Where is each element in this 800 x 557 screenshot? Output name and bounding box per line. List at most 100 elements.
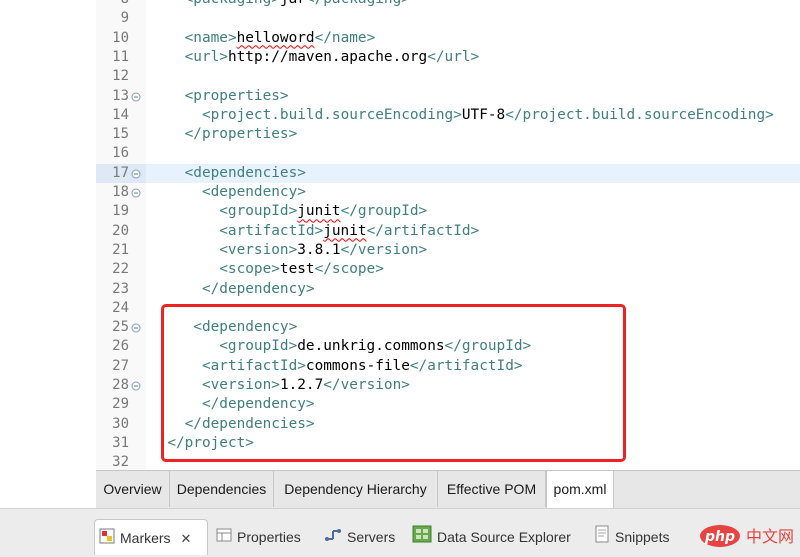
line-number: 10	[112, 29, 129, 46]
line-number: 31	[112, 434, 129, 451]
xml-tag: </groupId>	[340, 203, 428, 220]
fold-toggle-icon[interactable]	[131, 188, 141, 198]
line-code: <scope>test</scope>	[219, 260, 384, 279]
tab-overview[interactable]: Overview	[96, 471, 170, 507]
code-line[interactable]: 23 </dependency>	[0, 280, 800, 299]
code-line[interactable]: 18 <dependency>	[0, 183, 800, 202]
line-number: 9	[120, 10, 129, 27]
line-number: 19	[112, 203, 129, 220]
markers-icon	[99, 521, 115, 557]
line-number: 21	[112, 241, 129, 258]
fold-toggle-icon[interactable]	[131, 92, 141, 102]
code-line[interactable]: 12	[0, 67, 800, 86]
watermark-php-text: php	[704, 529, 735, 545]
xml-tag: </name>	[314, 29, 376, 46]
xml-text: 3.8.1	[297, 241, 341, 258]
highlight-annotation-box	[161, 304, 626, 462]
code-line[interactable]: 9	[0, 9, 800, 28]
code-line[interactable]: 22 <scope>test</scope>	[0, 260, 800, 279]
xml-text: junit	[297, 203, 341, 220]
code-line[interactable]: 16	[0, 144, 800, 163]
fold-toggle-icon[interactable]	[131, 169, 141, 179]
tab-snippets[interactable]: Snippets	[594, 519, 669, 555]
xml-text: UTF-8	[461, 106, 506, 123]
line-number: 11	[112, 48, 129, 65]
line-number: 16	[112, 145, 129, 162]
line-number: 18	[112, 184, 129, 200]
line-number: 27	[112, 357, 129, 374]
tab-dependency-hierarchy[interactable]: Dependency Hierarchy	[274, 471, 438, 507]
xml-tag: </dependency>	[201, 280, 315, 297]
xml-tag: <artifactId>	[219, 222, 324, 239]
fold-toggle-icon[interactable]	[131, 381, 141, 391]
properties-label: Properties	[237, 529, 301, 545]
xml-tag: </version>	[340, 241, 428, 258]
php-logo-icon: php 中文网	[700, 525, 794, 547]
fold-toggle-icon[interactable]	[131, 323, 141, 333]
xml-text: junit	[323, 222, 367, 239]
xml-text: jar	[280, 0, 306, 7]
xml-tag: <name>	[184, 29, 237, 46]
data-source-explorer-icon	[412, 520, 432, 556]
watermark-cn-text: 中文网	[746, 527, 794, 546]
xml-tag: <scope>	[219, 261, 280, 278]
code-line[interactable]: 13 <properties>	[0, 87, 800, 106]
line-number: 30	[112, 415, 129, 432]
line-number: 13	[112, 87, 129, 104]
tab-markers[interactable]: Markers ✕	[94, 519, 208, 555]
line-code: <properties>	[185, 87, 289, 106]
xml-tag: <project.build.sourceEncoding>	[201, 106, 462, 123]
xml-tag: </scope>	[314, 261, 384, 278]
xml-text: test	[279, 261, 315, 278]
xml-tag: </project.build.sourceEncoding>	[505, 106, 774, 123]
line-number: 26	[112, 338, 129, 355]
code-line[interactable]: 11 <url>http://maven.apache.org</url>	[0, 48, 800, 67]
xml-tag: </properties>	[184, 126, 298, 143]
line-code: <dependency>	[202, 183, 306, 202]
line-number: 15	[112, 126, 129, 143]
line-number: 28	[112, 377, 129, 393]
line-code: </properties>	[185, 125, 298, 144]
tab-dependencies[interactable]: Dependencies	[170, 471, 274, 507]
code-line[interactable]: 17 <dependencies>	[0, 163, 800, 183]
xml-editor[interactable]: 8 <packaging>jar</packaging> 9 10 <name>hell…	[0, 0, 800, 470]
xml-tag: </packaging>	[306, 0, 410, 7]
line-code: <project.build.sourceEncoding>UTF-8</pro…	[202, 106, 774, 125]
line-code: <dependencies>	[185, 164, 306, 183]
line-code: <name>helloword</name>	[185, 29, 376, 48]
site-watermark: php 中文网	[698, 520, 800, 552]
properties-icon	[216, 520, 232, 556]
xml-tag: <version>	[219, 241, 298, 258]
tab-effective-pom[interactable]: Effective POM	[438, 471, 546, 507]
servers-icon	[324, 520, 342, 556]
code-line[interactable]: 21 <version>3.8.1</version>	[0, 241, 800, 260]
xml-tag: <properties>	[184, 87, 289, 104]
code-line[interactable]: 10 <name>helloword</name>	[0, 29, 800, 48]
xml-text: helloword	[236, 29, 315, 46]
xml-tag: <dependency>	[201, 184, 306, 200]
line-code: <packaging>jar</packaging>	[185, 0, 410, 9]
tab-properties[interactable]: Properties	[216, 519, 301, 555]
servers-label: Servers	[347, 529, 396, 545]
close-icon[interactable]: ✕	[180, 531, 191, 546]
line-number: 12	[112, 68, 129, 85]
line-number: 25	[112, 319, 129, 336]
line-code: <groupId>junit</groupId>	[219, 202, 427, 221]
tab-servers[interactable]: Servers	[324, 519, 395, 555]
xml-tag: <packaging>	[185, 0, 280, 7]
snippets-label: Snippets	[615, 529, 670, 545]
code-line[interactable]: 15 </properties>	[0, 125, 800, 144]
editor-tab-bar: Overview Dependencies Dependency Hierarc…	[96, 470, 800, 509]
line-code: <version>3.8.1</version>	[219, 241, 427, 260]
code-line[interactable]: 20 <artifactId>junit</artifactId>	[0, 222, 800, 241]
code-line[interactable]: 8 <packaging>jar</packaging>	[0, 0, 800, 9]
line-number: 24	[112, 299, 129, 316]
line-number: 22	[112, 261, 129, 278]
line-code: </dependency>	[202, 280, 315, 299]
code-line[interactable]: 19 <groupId>junit</groupId>	[0, 202, 800, 221]
code-line[interactable]: 14 <project.build.sourceEncoding>UTF-8</p…	[0, 106, 800, 125]
line-number: 20	[112, 222, 129, 239]
tab-pom-xml[interactable]: pom.xml	[546, 471, 614, 509]
tab-data-source-explorer[interactable]: Data Source Explorer	[412, 519, 571, 555]
data-source-explorer-label: Data Source Explorer	[437, 529, 571, 545]
